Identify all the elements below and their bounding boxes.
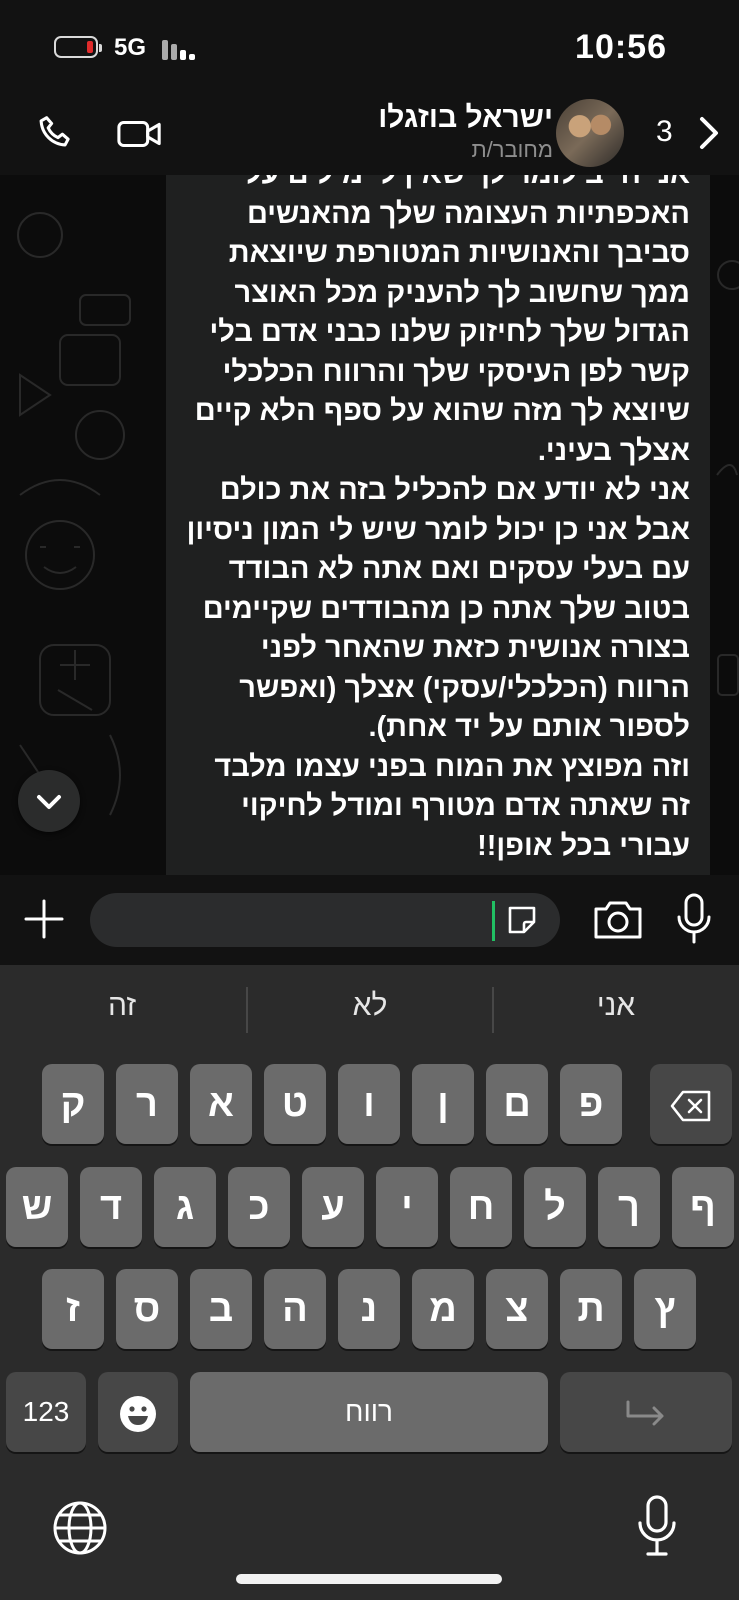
status-bar: 5G 10:56 (0, 0, 739, 95)
key[interactable]: ס (116, 1269, 178, 1349)
key[interactable]: ל (524, 1167, 586, 1247)
emoji-icon (120, 1395, 156, 1432)
key[interactable]: ר (116, 1064, 178, 1144)
divider (246, 987, 248, 1033)
message-line: זה שאתה אדם מטורף ומודל לחיקוי (241, 790, 690, 822)
keyboard: זה לא אני ק ר א ט ו ן ם פ ש ד ג כ ע י ח … (0, 965, 739, 1600)
network-type: 5G (114, 34, 147, 61)
key[interactable]: ת (560, 1269, 622, 1349)
message-text: אני חייב לומר לך שאין לי מילים על האכפתי… (170, 175, 690, 866)
message-line: עם בעלי עסקים ואם אתה לא (309, 553, 690, 585)
phone-call-icon[interactable] (34, 111, 80, 157)
message-line: האכפתיות העצומה שלך מהאנשים (246, 197, 690, 230)
message-line: לספור אותם על יד אחת). (368, 711, 690, 743)
numbers-key[interactable]: 123 (6, 1372, 86, 1452)
contact-name[interactable]: ישראל בוזגלו (378, 101, 553, 135)
video-call-icon[interactable] (114, 111, 166, 157)
microphone-icon[interactable] (674, 893, 714, 945)
contact-status: מחובר/ת (471, 137, 553, 162)
message-line: בטוב שלך אתה כן מהבודדים שקיימים (202, 592, 690, 625)
suggestion[interactable]: זה (22, 989, 222, 1023)
return-arrow-icon (626, 1400, 664, 1426)
message-input[interactable] (90, 893, 560, 947)
message-line: הרווח (הכלכלי/עסקי) אצלך (ואפשר (239, 671, 690, 704)
scroll-to-bottom-button[interactable] (18, 770, 80, 832)
globe-icon[interactable] (52, 1500, 108, 1556)
clock: 10:56 (575, 28, 667, 66)
key[interactable]: ץ (634, 1269, 696, 1349)
key[interactable]: פ (560, 1064, 622, 1144)
backspace-icon (670, 1090, 711, 1122)
message-line: אני חייב לומר לך שאין לי מילים על (245, 175, 690, 190)
camera-icon[interactable] (592, 897, 644, 941)
message-line: אבל אני כן יכול לומר שיש לי המון ניסיון (186, 513, 690, 546)
key[interactable]: ה (264, 1269, 326, 1349)
dictation-mic-icon[interactable] (636, 1495, 678, 1557)
chevron-down-icon (37, 795, 61, 809)
backspace-key[interactable] (650, 1064, 732, 1144)
key[interactable]: כ (228, 1167, 290, 1247)
signal-icon (162, 38, 202, 60)
key[interactable]: א (190, 1064, 252, 1144)
message-line: וזה מפוצץ את המוח בפני עצמו מלבד (214, 750, 690, 783)
space-key[interactable]: רווח (190, 1372, 548, 1452)
key[interactable]: ד (80, 1167, 142, 1247)
key[interactable]: ע (302, 1167, 364, 1247)
text-cursor (492, 901, 495, 941)
key[interactable]: ש (6, 1167, 68, 1247)
key[interactable]: ג (154, 1167, 216, 1247)
bold-word: עבורי (619, 829, 690, 862)
key[interactable]: י (376, 1167, 438, 1247)
avatar[interactable] (556, 99, 624, 167)
key[interactable]: ז (42, 1269, 104, 1349)
composer-bar (0, 875, 739, 965)
chat-header: ישראל בוזגלו מחובר/ת 3 (0, 95, 739, 175)
key[interactable]: ן (412, 1064, 474, 1144)
key[interactable]: ך (598, 1167, 660, 1247)
message-line: שיוצא לך מזה שהוא על ספף הלא קיים (194, 395, 690, 427)
message-line: בכל אופן!! (477, 829, 620, 862)
unread-count[interactable]: 3 (656, 115, 673, 149)
message-bubble[interactable]: אני חייב לומר לך שאין לי מילים על האכפתי… (166, 175, 710, 875)
key[interactable]: ח (450, 1167, 512, 1247)
divider (492, 987, 494, 1033)
chevron-right-icon[interactable] (694, 113, 724, 153)
key[interactable]: ט (264, 1064, 326, 1144)
key[interactable]: צ (486, 1269, 548, 1349)
key[interactable]: ק (42, 1064, 104, 1144)
bold-word: הבודד (228, 553, 310, 585)
emoji-key[interactable] (98, 1372, 178, 1452)
message-line: קשר לפן העיסקי שלך והרווח הכלכלי (222, 355, 690, 388)
sticker-icon[interactable] (504, 902, 540, 938)
suggestion-bar: זה לא אני (0, 965, 739, 1055)
key[interactable]: מ (412, 1269, 474, 1349)
home-indicator[interactable] (236, 1574, 502, 1584)
return-key[interactable] (560, 1372, 732, 1452)
message-line: הגדול שלך לחיזוק שלנו כבני אדם בלי (209, 316, 690, 348)
key[interactable]: ו (338, 1064, 400, 1144)
message-line: בצורה אנושית כזאת שהאחר לפני (260, 632, 690, 664)
key[interactable]: ם (486, 1064, 548, 1144)
suggestion[interactable]: לא (270, 989, 470, 1023)
message-line: סביבך והאנושיות המטורפת שיוצאת (228, 237, 690, 269)
chat-area[interactable]: אני חייב לומר לך שאין לי מילים על האכפתי… (0, 175, 739, 875)
message-line: ממך שחשוב לך להעניק מכל האוצר (234, 276, 690, 309)
key[interactable]: נ (338, 1269, 400, 1349)
suggestion[interactable]: אני (516, 989, 716, 1023)
message-line: אצלך בעיני. (537, 434, 690, 467)
message-line: אני לא יודע אם להכליל בזה את כולם (219, 474, 690, 506)
plus-icon[interactable] (24, 899, 64, 939)
key[interactable]: ב (190, 1269, 252, 1349)
key[interactable]: ף (672, 1167, 734, 1247)
wallpaper-pattern-right (716, 260, 739, 696)
battery-icon (54, 36, 102, 58)
